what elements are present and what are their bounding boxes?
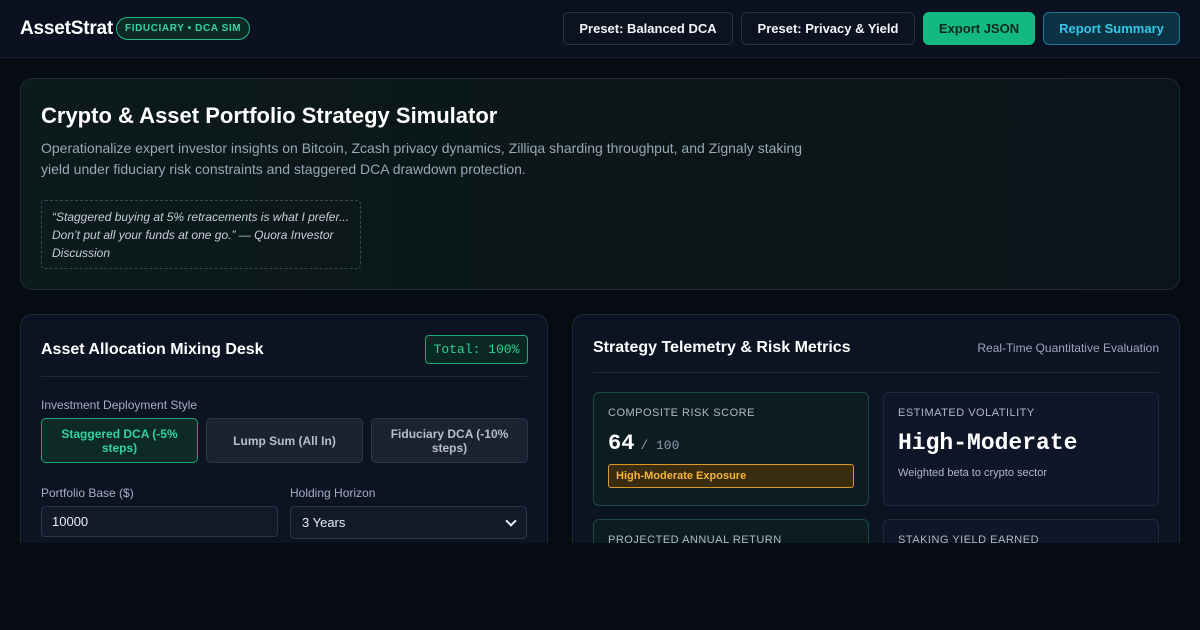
volatility-label: Estimated Volatility	[898, 407, 1035, 419]
composite-risk-card: Composite Risk Score 64 / 100 High-Moder…	[593, 392, 869, 506]
lump-sum-button[interactable]: Lump Sum (All In)	[206, 418, 363, 463]
estimated-volatility-card: Estimated Volatility High-Moderate Weigh…	[883, 392, 1159, 506]
exposure-badge: High-Moderate Exposure	[608, 464, 854, 488]
allocation-title: Asset Allocation Mixing Desk	[41, 341, 264, 358]
preset-balanced-dca-button[interactable]: Preset: Balanced DCA	[563, 12, 733, 45]
allocation-total-badge: Total: 100%	[425, 335, 528, 364]
projected-return-label: Projected Annual Return	[608, 534, 782, 543]
top-navbar: AssetStrat FIDUCIARY • DCA SIM Preset: B…	[0, 0, 1200, 58]
page-title: Crypto & Asset Portfolio Strategy Simula…	[41, 103, 498, 128]
holding-horizon-label: Holding Horizon	[290, 486, 376, 500]
holding-horizon-select[interactable]: 3 Years	[290, 506, 527, 539]
app-viewport: AssetStrat FIDUCIARY • DCA SIM Preset: B…	[0, 0, 1200, 543]
telemetry-divider	[593, 372, 1159, 373]
holding-horizon-value: 3 Years	[302, 515, 346, 530]
risk-score-value: 64	[608, 431, 635, 456]
telemetry-title: Strategy Telemetry & Risk Metrics	[593, 339, 851, 356]
risk-score-max: / 100	[640, 438, 680, 453]
deployment-style-label: Investment Deployment Style	[41, 398, 198, 412]
staking-yield-label: Staking Yield Earned	[898, 534, 1040, 543]
allocation-mixing-desk: Asset Allocation Mixing Desk Total: 100%…	[20, 314, 548, 543]
staggered-dca-button[interactable]: Staggered DCA (-5% steps)	[41, 418, 198, 463]
volatility-value: High-Moderate	[898, 430, 1078, 456]
fiduciary-badge: FIDUCIARY • DCA SIM	[116, 17, 251, 40]
chevron-down-icon	[505, 514, 517, 527]
risk-score-row: 64 / 100	[608, 431, 854, 456]
staking-yield-card: Staking Yield Earned	[883, 519, 1159, 543]
telemetry-subtitle: Real-Time Quantitative Evaluation	[977, 341, 1159, 355]
export-json-button[interactable]: Export JSON	[923, 12, 1035, 45]
preset-privacy-yield-button[interactable]: Preset: Privacy & Yield	[741, 12, 915, 45]
fiduciary-dca-button[interactable]: Fiduciary DCA (-10% steps)	[371, 418, 528, 463]
risk-score-label: Composite Risk Score	[608, 407, 755, 419]
volatility-note: Weighted beta to crypto sector	[898, 467, 1047, 479]
allocation-divider	[41, 376, 527, 377]
projected-return-card: Projected Annual Return	[593, 519, 869, 543]
report-summary-button[interactable]: Report Summary	[1043, 12, 1180, 45]
portfolio-base-input[interactable]	[41, 506, 278, 537]
strategy-telemetry-panel: Strategy Telemetry & Risk Metrics Real-T…	[572, 314, 1180, 543]
hero-panel: Crypto & Asset Portfolio Strategy Simula…	[20, 78, 1180, 290]
brand-logo[interactable]: AssetStrat	[20, 18, 113, 40]
page-description: Operationalize expert investor insights …	[41, 140, 803, 177]
investor-quote: “Staggered buying at 5% retracements is …	[41, 200, 361, 269]
portfolio-base-label: Portfolio Base ($)	[41, 486, 134, 500]
